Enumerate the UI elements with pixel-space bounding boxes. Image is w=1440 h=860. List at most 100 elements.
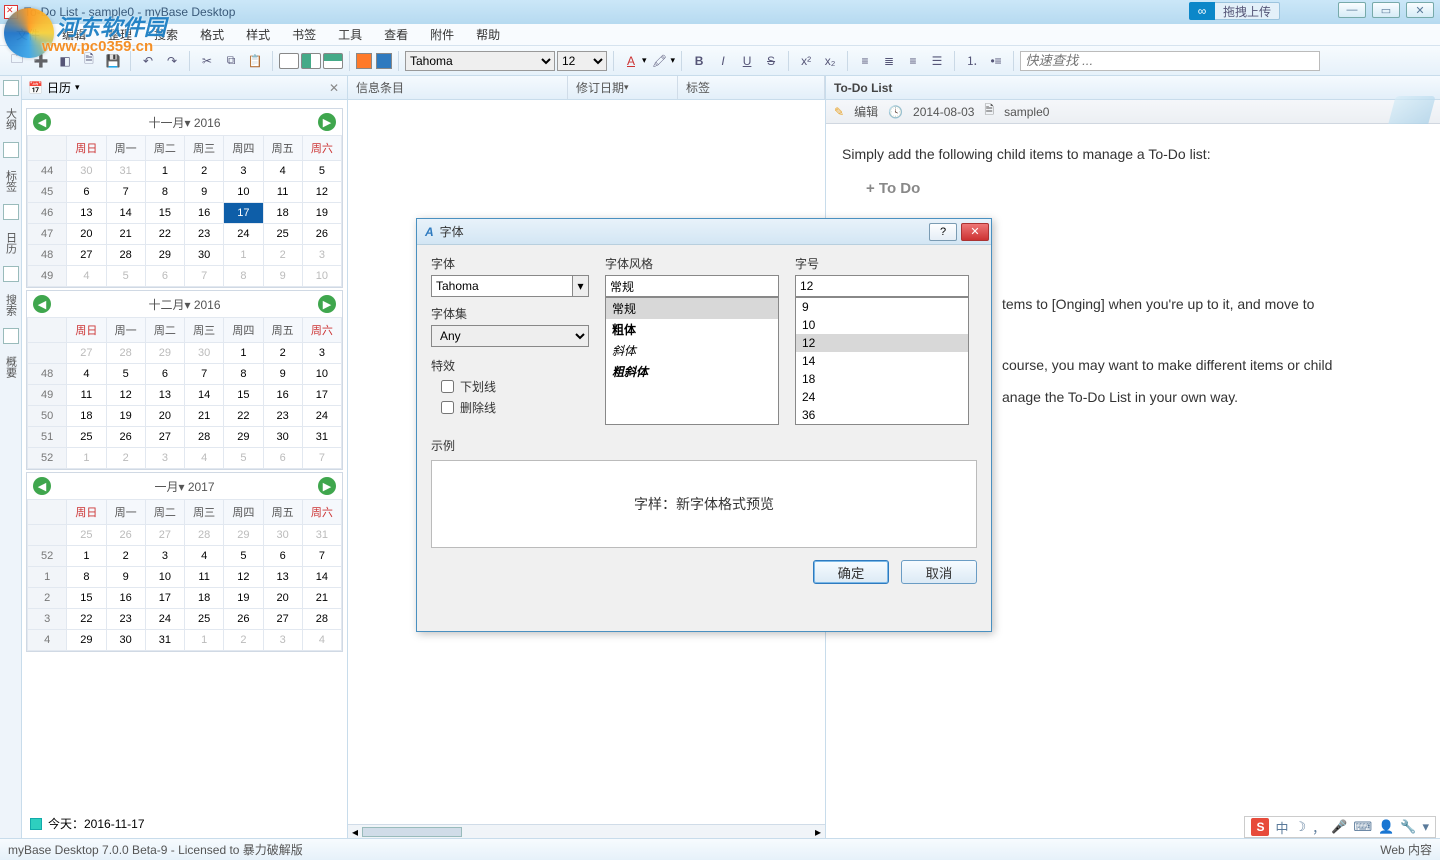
calendar-day[interactable]: 19 <box>106 406 145 427</box>
calendar-day[interactable]: 1 <box>224 343 263 364</box>
font-family-input[interactable] <box>431 275 573 297</box>
calendar-day[interactable]: 10 <box>145 567 184 588</box>
ime-comma-icon[interactable]: ， <box>1312 818 1325 837</box>
sidetab-日历[interactable]: 日历 <box>1 226 21 260</box>
calendar-day[interactable]: 29 <box>224 427 263 448</box>
size-option[interactable]: 36 <box>796 406 968 424</box>
sidetab-icon[interactable] <box>3 266 19 282</box>
calendar-day[interactable]: 1 <box>67 448 106 469</box>
upload-tag[interactable]: ∞ 拖拽上传 <box>1189 2 1280 20</box>
misc-icon[interactable]: ◧ <box>54 50 76 72</box>
calendar-day[interactable]: 30 <box>185 343 224 364</box>
calendar-day[interactable]: 15 <box>224 385 263 406</box>
doc-icon[interactable]: 🗎 <box>78 50 100 72</box>
strike-icon[interactable]: S <box>760 50 782 72</box>
calendar-day[interactable]: 14 <box>302 567 341 588</box>
font-size-select[interactable]: 12 <box>557 51 607 71</box>
calendar-day[interactable]: 3 <box>302 245 341 266</box>
size-option[interactable]: 9 <box>796 298 968 316</box>
sub-icon[interactable]: x₂ <box>819 50 841 72</box>
calendar-day[interactable]: 11 <box>185 567 224 588</box>
calendar-day[interactable]: 21 <box>106 224 145 245</box>
calendar-day[interactable]: 17 <box>145 588 184 609</box>
calendar-day[interactable]: 29 <box>145 343 184 364</box>
font-size-input[interactable] <box>795 275 969 297</box>
month-label[interactable]: 一月▾ 2017 <box>154 478 214 495</box>
calendar-day[interactable]: 6 <box>263 546 302 567</box>
align-left-icon[interactable]: ≡ <box>854 50 876 72</box>
ime-lang[interactable]: 中 <box>1275 818 1288 837</box>
sidetab-概要[interactable]: 概要 <box>1 350 21 384</box>
calendar-day[interactable]: 12 <box>224 567 263 588</box>
color2-icon[interactable] <box>376 53 392 69</box>
calendar-day[interactable]: 11 <box>67 385 106 406</box>
size-option[interactable]: 14 <box>796 352 968 370</box>
calendar-day[interactable]: 5 <box>302 161 341 182</box>
calendar-day[interactable]: 30 <box>67 161 106 182</box>
ime-keyboard-icon[interactable]: ⌨ <box>1353 819 1372 835</box>
font-style-list[interactable]: 常规粗体斜体粗斜体 <box>605 297 779 425</box>
calendar-day[interactable]: 23 <box>106 609 145 630</box>
calendar-day[interactable]: 7 <box>302 448 341 469</box>
calendar-day[interactable]: 27 <box>145 525 184 546</box>
calendar-day[interactable]: 4 <box>67 364 106 385</box>
calendar-day[interactable]: 3 <box>224 161 263 182</box>
minimize-button[interactable]: — <box>1338 2 1366 18</box>
calendar-day[interactable]: 27 <box>263 609 302 630</box>
style-option[interactable]: 粗体 <box>606 319 778 340</box>
sidetab-搜索[interactable]: 搜索 <box>1 288 21 322</box>
calendar-day[interactable]: 13 <box>145 385 184 406</box>
calendar-day[interactable]: 3 <box>302 343 341 364</box>
dialog-close-button[interactable]: ✕ <box>961 223 989 241</box>
strike-checkbox[interactable]: 删除线 <box>441 399 589 416</box>
ime-moon-icon[interactable]: ☽ <box>1294 819 1306 835</box>
prev-month-button[interactable]: ◀ <box>33 295 51 313</box>
menu-查看[interactable]: 查看 <box>374 24 418 45</box>
calendar-day[interactable]: 20 <box>263 588 302 609</box>
calendar-day[interactable]: 6 <box>145 266 184 287</box>
close-button[interactable]: ✕ <box>1406 2 1434 18</box>
align-justify-icon[interactable]: ☰ <box>926 50 948 72</box>
calendar-day[interactable]: 22 <box>67 609 106 630</box>
calendar-day[interactable]: 9 <box>185 182 224 203</box>
ok-button[interactable]: 确定 <box>813 560 889 584</box>
prev-month-button[interactable]: ◀ <box>33 477 51 495</box>
calendar-day[interactable]: 27 <box>67 245 106 266</box>
calendar-day[interactable]: 31 <box>145 630 184 651</box>
ime-toolbar[interactable]: S 中 ☽ ， 🎤 ⌨ 👤 🔧 ▾ <box>1244 816 1436 838</box>
calendar-day[interactable]: 8 <box>145 182 184 203</box>
style-option[interactable]: 粗斜体 <box>606 361 778 382</box>
calendar-day[interactable]: 24 <box>224 224 263 245</box>
layout1-icon[interactable] <box>279 53 299 69</box>
save-icon[interactable]: 💾 <box>102 50 124 72</box>
calendar-day[interactable]: 26 <box>106 427 145 448</box>
copy-icon[interactable]: ⧉ <box>220 50 242 72</box>
calendar-day[interactable]: 9 <box>263 266 302 287</box>
align-center-icon[interactable]: ≣ <box>878 50 900 72</box>
calendar-day[interactable]: 12 <box>106 385 145 406</box>
calendar-day[interactable]: 25 <box>67 525 106 546</box>
tree-icon[interactable]: 🗀 <box>6 50 28 72</box>
calendar-day[interactable]: 3 <box>145 546 184 567</box>
font-size-list[interactable]: 9101214182436 <box>795 297 969 425</box>
calendar-day[interactable]: 5 <box>224 546 263 567</box>
prev-month-button[interactable]: ◀ <box>33 113 51 131</box>
list-num-icon[interactable]: ⒈ <box>961 50 983 72</box>
redo-icon[interactable]: ↷ <box>161 50 183 72</box>
menu-整理[interactable]: 整理 <box>98 24 142 45</box>
calendar-day[interactable]: 17 <box>302 385 341 406</box>
calendar-day[interactable]: 10 <box>302 266 341 287</box>
calendar-day[interactable]: 4 <box>67 266 106 287</box>
note-file[interactable]: sample0 <box>1004 105 1049 119</box>
calendar-day[interactable]: 21 <box>302 588 341 609</box>
menu-帮助[interactable]: 帮助 <box>466 24 510 45</box>
style-option[interactable]: 常规 <box>606 298 778 319</box>
menu-附件[interactable]: 附件 <box>420 24 464 45</box>
calendar-day[interactable]: 13 <box>67 203 106 224</box>
calendar-day[interactable]: 3 <box>145 448 184 469</box>
sidetab-标签[interactable]: 标签 <box>1 164 21 198</box>
calendar-day[interactable]: 30 <box>106 630 145 651</box>
menu-编辑[interactable]: 编辑 <box>52 24 96 45</box>
ime-person-icon[interactable]: 👤 <box>1378 819 1394 835</box>
month-label[interactable]: 十一月▾ 2016 <box>148 114 220 131</box>
